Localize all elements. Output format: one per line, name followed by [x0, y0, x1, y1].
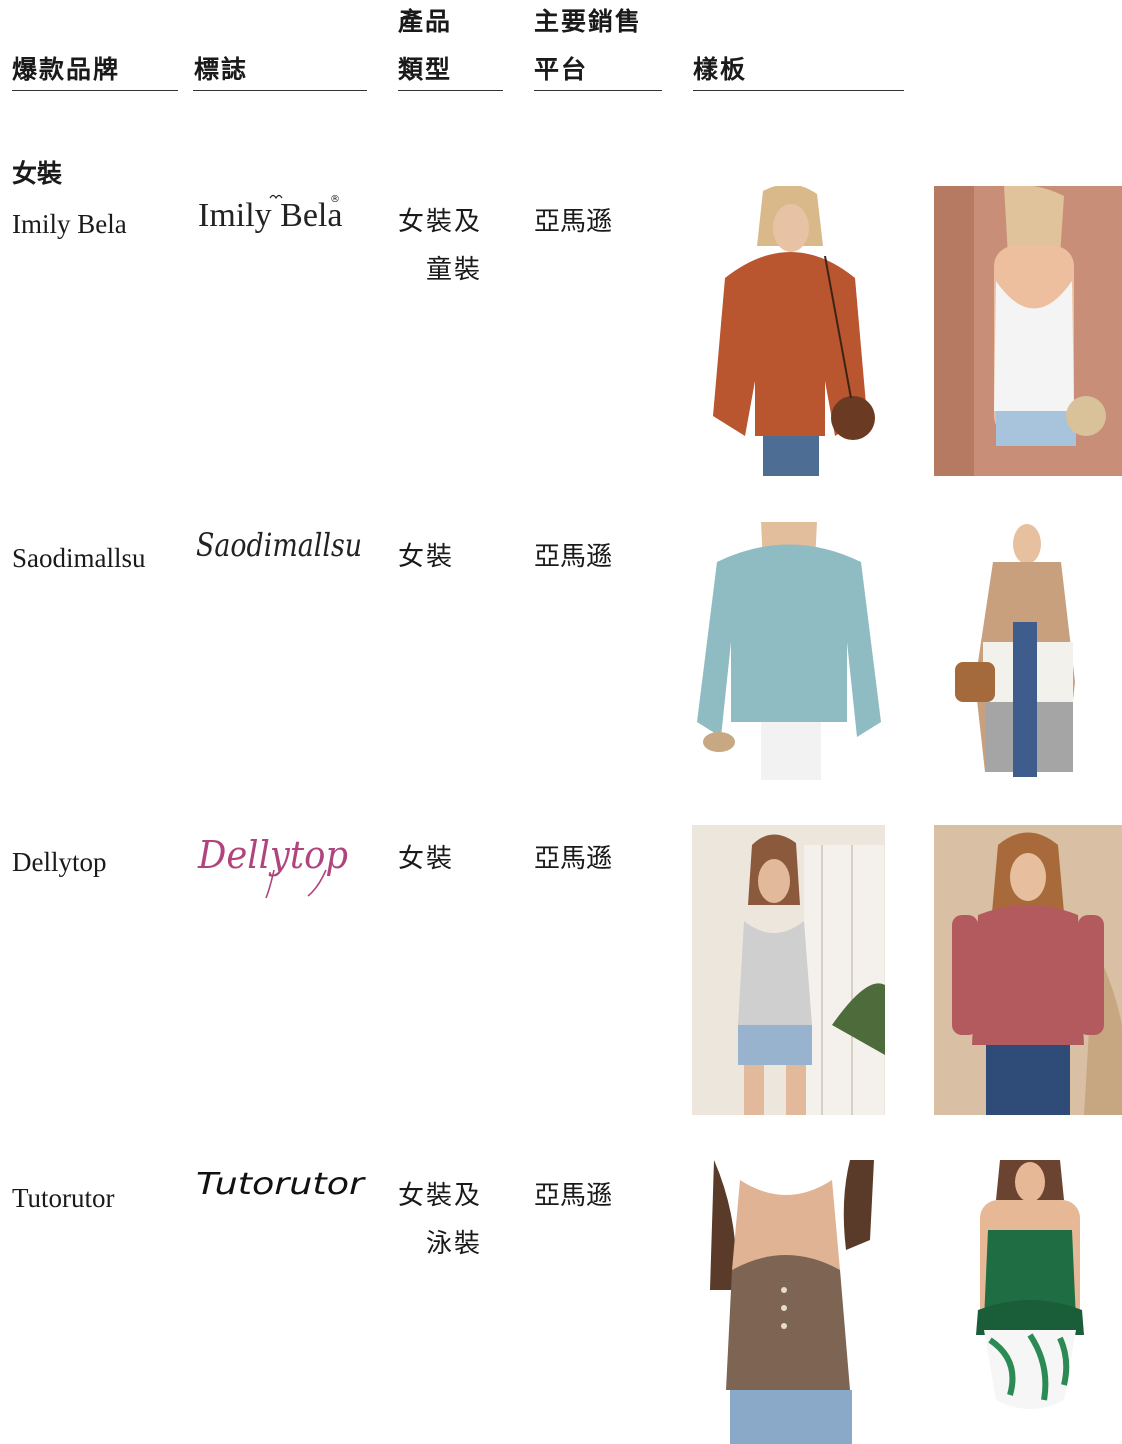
header-type-line1: 產品 — [398, 7, 453, 36]
product-type-line1: 女裝 — [398, 844, 455, 874]
sales-platform: 亞馬遜 — [534, 844, 613, 874]
brand-logo: Saodimallsu — [194, 518, 366, 568]
header-underline-sample — [693, 90, 904, 91]
sample-photo-rose-henley — [934, 825, 1122, 1115]
sales-platform: 亞馬遜 — [534, 1181, 613, 1211]
brand-name: Tutorutor — [12, 1183, 115, 1213]
sample-photo-white-tank — [934, 186, 1122, 476]
header-underline-type — [398, 90, 503, 91]
product-type-line2: 泳裝 — [426, 1229, 483, 1259]
header-brand: 爆款品牌 — [12, 55, 121, 84]
brand-name: Saodimallsu — [12, 543, 146, 573]
brand-logo: Dellytop — [196, 826, 356, 900]
svg-text:Tutorutor: Tutorutor — [196, 1167, 366, 1202]
product-type-line1: 女裝及 — [398, 1181, 483, 1211]
sample-photo-colorblock-cardigan — [955, 522, 1095, 780]
header-underline-brand — [12, 90, 178, 91]
header-platform-line2: 平台 — [534, 55, 589, 84]
sample-photo-brown-tank — [700, 1160, 874, 1444]
product-type: 女裝及 泳裝 — [398, 1172, 482, 1268]
svg-text:®: ® — [330, 194, 340, 205]
product-type-line2: 童裝 — [426, 255, 483, 285]
header-sample: 樣板 — [693, 55, 748, 84]
header-type-line2: 類型 — [398, 55, 453, 84]
brand-logo: Imily Bela ® — [196, 186, 346, 236]
sample-photo-rust-sweater — [705, 186, 877, 476]
header-logo: 標誌 — [194, 55, 249, 84]
svg-text:Imily Bela: Imily Bela — [198, 197, 342, 234]
product-type: 女裝及 童裝 — [398, 198, 482, 294]
header-underline-logo — [193, 90, 367, 91]
product-type: 女裝 — [398, 533, 454, 581]
sample-photo-teal-sweater — [697, 522, 881, 780]
header-underline-platform — [534, 90, 662, 91]
brand-name: Imily Bela — [12, 209, 127, 239]
product-type: 女裝 — [398, 835, 454, 883]
svg-text:Saodimallsu: Saodimallsu — [196, 526, 362, 564]
product-type-line1: 女裝 — [398, 542, 455, 572]
sales-platform: 亞馬遜 — [534, 207, 613, 237]
brand-name: Dellytop — [12, 847, 107, 877]
sample-photo-grey-knit-tank — [692, 825, 885, 1115]
sales-platform: 亞馬遜 — [534, 542, 613, 572]
header-platform-line1: 主要銷售 — [534, 7, 643, 36]
sample-photo-green-swimsuit — [960, 1160, 1100, 1420]
section-title: 女裝 — [12, 159, 63, 188]
brand-logo: Tutorutor — [194, 1162, 368, 1206]
product-type-line1: 女裝及 — [398, 207, 483, 237]
